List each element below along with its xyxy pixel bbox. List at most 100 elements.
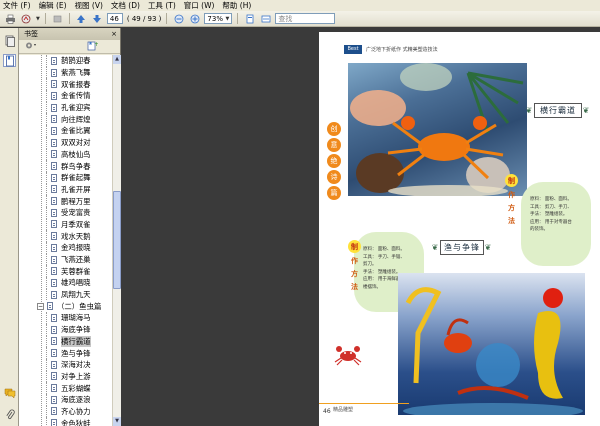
tree-guide-line (46, 393, 47, 406)
previous-page-icon[interactable] (75, 13, 88, 25)
method-char: 制 (348, 240, 361, 253)
search-input[interactable]: 查找 (275, 13, 336, 24)
zoom-out-icon[interactable] (172, 13, 185, 25)
bookmark-item[interactable]: 鹏程万里 (19, 195, 112, 207)
zoom-in-icon[interactable] (188, 13, 201, 25)
bookmark-item[interactable]: 对争上游 (19, 370, 112, 383)
bookmark-item[interactable]: 群鸟争春 (19, 160, 112, 172)
crab-sculpture-photo (348, 63, 527, 196)
hand-tool-icon[interactable] (51, 13, 64, 25)
scroll-up-icon[interactable]: ▲ (113, 55, 121, 64)
info-line: 手法： 塑雕组装。 (530, 212, 568, 217)
new-bookmark-icon[interactable]: + (87, 41, 99, 53)
bookmark-item[interactable]: 横行霸道 (19, 335, 112, 348)
bookmark-item[interactable]: 受宠富贵 (19, 206, 112, 219)
bookmark-item[interactable]: 月季双雀 (19, 218, 112, 231)
bookmark-label: 戏水天鹅 (61, 231, 91, 241)
comments-icon[interactable] (3, 386, 16, 399)
bookmark-item[interactable]: 深海对决 (19, 358, 112, 371)
toolbar-separator (68, 13, 70, 24)
bookmark-item[interactable]: 双双对对 (19, 136, 112, 149)
bookmark-item[interactable]: 高枝仙鸟 (19, 148, 112, 161)
bookmark-item[interactable]: 珊瑚海马 (19, 312, 112, 324)
crab-title-box: 横行霸道 (534, 103, 582, 118)
pdf-page: Best 广泛地下折纸作 式精美塑造技法 横行霸道 ❦ ❦ 创 意 绝 诗 篇 … (319, 32, 600, 426)
bookmark-item[interactable]: 金色狄蛙 (19, 417, 112, 426)
fit-page-icon[interactable] (243, 13, 256, 25)
toolbar-separator (166, 13, 168, 24)
bookmarks-panel-header: 书签 × (19, 28, 120, 40)
menu-document[interactable]: 文档 (D) (111, 0, 140, 11)
next-page-icon[interactable] (91, 13, 104, 25)
menu-tools[interactable]: 工具 (T) (148, 0, 176, 11)
bookmark-item[interactable]: 群雀起舞 (19, 171, 112, 184)
bookmark-item[interactable]: 孔雀开屏 (19, 183, 112, 196)
sign-dropdown-icon[interactable]: ▼ (36, 16, 40, 22)
bookmark-item[interactable]: 渔与争锋 (19, 347, 112, 359)
bookmark-item[interactable]: 戏水天鹅 (19, 230, 112, 242)
page-number-input[interactable]: 46 (106, 13, 123, 24)
bookmark-item[interactable]: 双雀报春 (19, 78, 112, 91)
tree-guide-line (46, 230, 47, 242)
close-panel-button[interactable]: × (111, 30, 117, 38)
zoom-select[interactable]: 73% ▼ (204, 13, 233, 24)
tree-guide-line (46, 160, 47, 172)
bookmark-item[interactable]: 向往辉煌 (19, 113, 112, 126)
bookmark-item[interactable]: 鹊鹊迎春 (19, 55, 112, 67)
menu-view[interactable]: 视图 (V) (75, 0, 103, 11)
collapse-icon[interactable]: − (37, 302, 44, 310)
bookmark-item[interactable]: 飞燕还巢 (19, 253, 112, 266)
bookmark-page-icon (51, 419, 57, 426)
bookmark-section[interactable]: − （二）鱼虫篇 (19, 300, 112, 312)
menu-help[interactable]: 帮助 (H) (222, 0, 251, 11)
bookmark-item[interactable]: 凤翔九天 (19, 288, 112, 301)
options-icon[interactable] (25, 41, 37, 52)
bookmark-item[interactable]: 雄鸡唱晓 (19, 277, 112, 289)
attachments-icon[interactable] (3, 408, 16, 421)
tree-guide-line (46, 335, 47, 348)
pages-panel-icon[interactable] (3, 34, 16, 47)
bookmark-page-icon (51, 197, 57, 206)
ornament-icon: ❦ (484, 243, 492, 252)
bookmark-page-icon (51, 103, 57, 112)
bookmark-item[interactable]: 金鸡报晓 (19, 242, 112, 254)
bookmarks-panel-icon[interactable] (3, 54, 16, 67)
menu-edit[interactable]: 编辑 (E) (39, 0, 67, 11)
fit-width-icon[interactable] (259, 13, 272, 25)
tree-guide-line (46, 242, 47, 254)
bookmark-page-icon (51, 208, 57, 217)
bookmark-item[interactable]: 齐心协力 (19, 405, 112, 418)
bookmark-item[interactable]: 五彩蝴蝶 (19, 382, 112, 394)
book-logo: Best (344, 44, 362, 54)
bookmark-page-icon (51, 313, 57, 322)
bookmark-item[interactable]: 金雀传情 (19, 90, 112, 102)
page-number-label: 46 (323, 408, 331, 415)
bookmark-item[interactable]: 海底争锋 (19, 323, 112, 336)
print-icon[interactable] (4, 13, 17, 25)
bookmark-page-icon (51, 395, 57, 404)
document-viewport[interactable]: Best 广泛地下折纸作 式精美塑造技法 横行霸道 ❦ ❦ 创 意 绝 诗 篇 … (121, 28, 600, 426)
scrollbar-thumb[interactable] (113, 191, 121, 289)
bookmark-label: 深海对决 (61, 360, 91, 370)
menu-file[interactable]: 文件 (F) (3, 0, 31, 11)
bookmark-item[interactable]: 金雀比翼 (19, 125, 112, 137)
tree-guide-line (46, 323, 47, 336)
bookmark-item[interactable]: 芙蓉群雀 (19, 265, 112, 278)
bookmark-item[interactable]: 海底逐浪 (19, 393, 112, 406)
bookmark-item[interactable]: 紫燕飞舞 (19, 66, 112, 79)
scroll-down-icon[interactable]: ▼ (113, 417, 121, 426)
bookmark-label: 鹏程万里 (61, 196, 91, 206)
bookmarks-scrollbar[interactable]: ▲ ▼ (112, 55, 121, 426)
bookmark-label: 对争上游 (61, 371, 91, 381)
bookmark-item[interactable]: 孔雀迎宾 (19, 101, 112, 114)
tree-guide-line (46, 148, 47, 161)
bookmark-page-icon (47, 302, 53, 311)
tree-guide-line (46, 253, 47, 266)
tree-guide-line (46, 312, 47, 324)
bookmark-page-icon (51, 232, 57, 241)
bookmark-label: 金雀传情 (61, 91, 91, 101)
bookmark-label: 渔与争锋 (61, 348, 91, 358)
menu-window[interactable]: 窗口 (W) (184, 0, 215, 11)
sign-icon[interactable] (20, 13, 33, 25)
vertical-title-char: 意 (327, 138, 341, 152)
